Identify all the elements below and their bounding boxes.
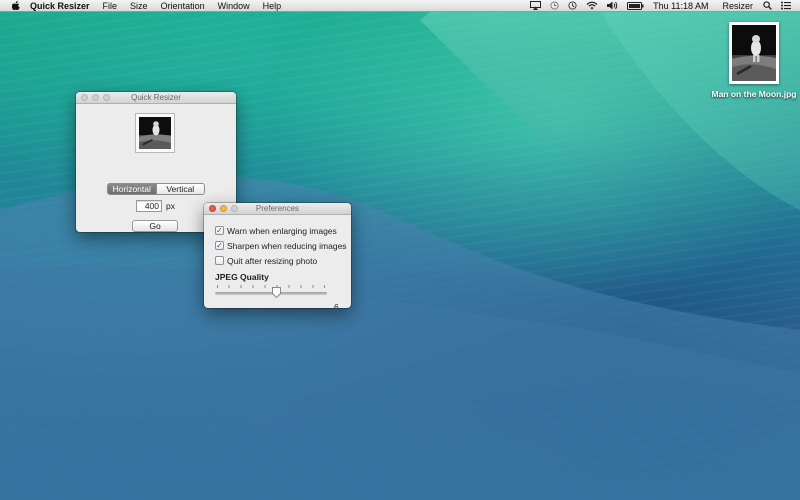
- menu-orientation[interactable]: Orientation: [161, 1, 205, 11]
- minimize-button[interactable]: [220, 205, 227, 212]
- time-machine-icon[interactable]: [550, 0, 559, 12]
- search-icon[interactable]: [763, 0, 772, 12]
- slider-ticks: [217, 285, 325, 288]
- sharpen-reducing-option[interactable]: ✓ Sharpen when reducing images: [215, 238, 351, 253]
- desktop-file[interactable]: Man on the Moon.jpg: [710, 20, 798, 108]
- menu-bar: Quick Resizer File Size Orientation Wind…: [0, 0, 800, 12]
- window-title: Quick Resizer: [131, 93, 181, 102]
- file-thumbnail[interactable]: [729, 22, 779, 84]
- slider-track[interactable]: [215, 292, 327, 295]
- warn-enlarging-checkbox[interactable]: ✓: [215, 226, 224, 235]
- menu-window[interactable]: Window: [218, 1, 250, 11]
- warn-enlarging-option[interactable]: ✓ Warn when enlarging images: [215, 223, 351, 238]
- menu-size[interactable]: Size: [130, 1, 148, 11]
- menu-file[interactable]: File: [103, 1, 118, 11]
- quit-after-resizing-label: Quit after resizing photo: [227, 255, 318, 266]
- vertical-segment[interactable]: Vertical: [155, 184, 204, 194]
- notification-center-icon[interactable]: [781, 0, 791, 12]
- wifi-icon[interactable]: [586, 0, 598, 12]
- menu-help[interactable]: Help: [263, 1, 282, 11]
- warn-enlarging-label: Warn when enlarging images: [227, 225, 337, 236]
- wave-crest: [0, 12, 800, 500]
- airplay-icon[interactable]: [530, 0, 542, 12]
- image-drop-well[interactable]: [135, 113, 175, 153]
- moon-photo-preview: [139, 117, 171, 149]
- horizontal-segment[interactable]: Horizontal: [108, 184, 156, 194]
- sharpen-reducing-checkbox[interactable]: ✓: [215, 241, 224, 250]
- resizer-status-menu[interactable]: Resizer: [722, 1, 753, 11]
- quit-after-resizing-checkbox[interactable]: [215, 256, 224, 265]
- apple-menu-icon[interactable]: [10, 1, 22, 10]
- window-title: Preferences: [255, 204, 300, 213]
- close-button[interactable]: [209, 205, 216, 212]
- preferences-window: Preferences ✓ Warn when enlarging images…: [204, 203, 351, 308]
- moon-photo-thumbnail: [732, 25, 776, 81]
- preferences-titlebar[interactable]: Preferences: [204, 203, 351, 215]
- size-input[interactable]: 400: [136, 200, 162, 212]
- window-controls: [81, 94, 114, 101]
- file-name[interactable]: Man on the Moon.jpg: [712, 89, 797, 99]
- quit-after-resizing-option[interactable]: Quit after resizing photo: [215, 253, 351, 268]
- clock[interactable]: Thu 11:18 AM: [653, 1, 708, 11]
- jpeg-quality-slider[interactable]: [215, 284, 329, 300]
- go-button[interactable]: Go: [132, 220, 178, 232]
- slider-thumb[interactable]: [272, 287, 281, 298]
- sharpen-reducing-label: Sharpen when reducing images: [227, 240, 347, 251]
- history-icon[interactable]: [568, 0, 577, 12]
- close-button[interactable]: [81, 94, 88, 101]
- zoom-button[interactable]: [103, 94, 110, 101]
- orientation-segmented-control: Horizontal Vertical: [107, 183, 205, 195]
- quick-resizer-titlebar[interactable]: Quick Resizer: [76, 92, 236, 104]
- size-unit-label: px: [166, 201, 175, 211]
- volume-icon[interactable]: [607, 0, 618, 12]
- menu-app-name[interactable]: Quick Resizer: [30, 1, 90, 11]
- battery-icon[interactable]: [627, 0, 644, 12]
- minimize-button[interactable]: [92, 94, 99, 101]
- zoom-button[interactable]: [231, 205, 238, 212]
- jpeg-quality-value: 6: [334, 302, 339, 308]
- jpeg-quality-label: JPEG Quality: [215, 272, 269, 282]
- window-controls: [209, 205, 242, 212]
